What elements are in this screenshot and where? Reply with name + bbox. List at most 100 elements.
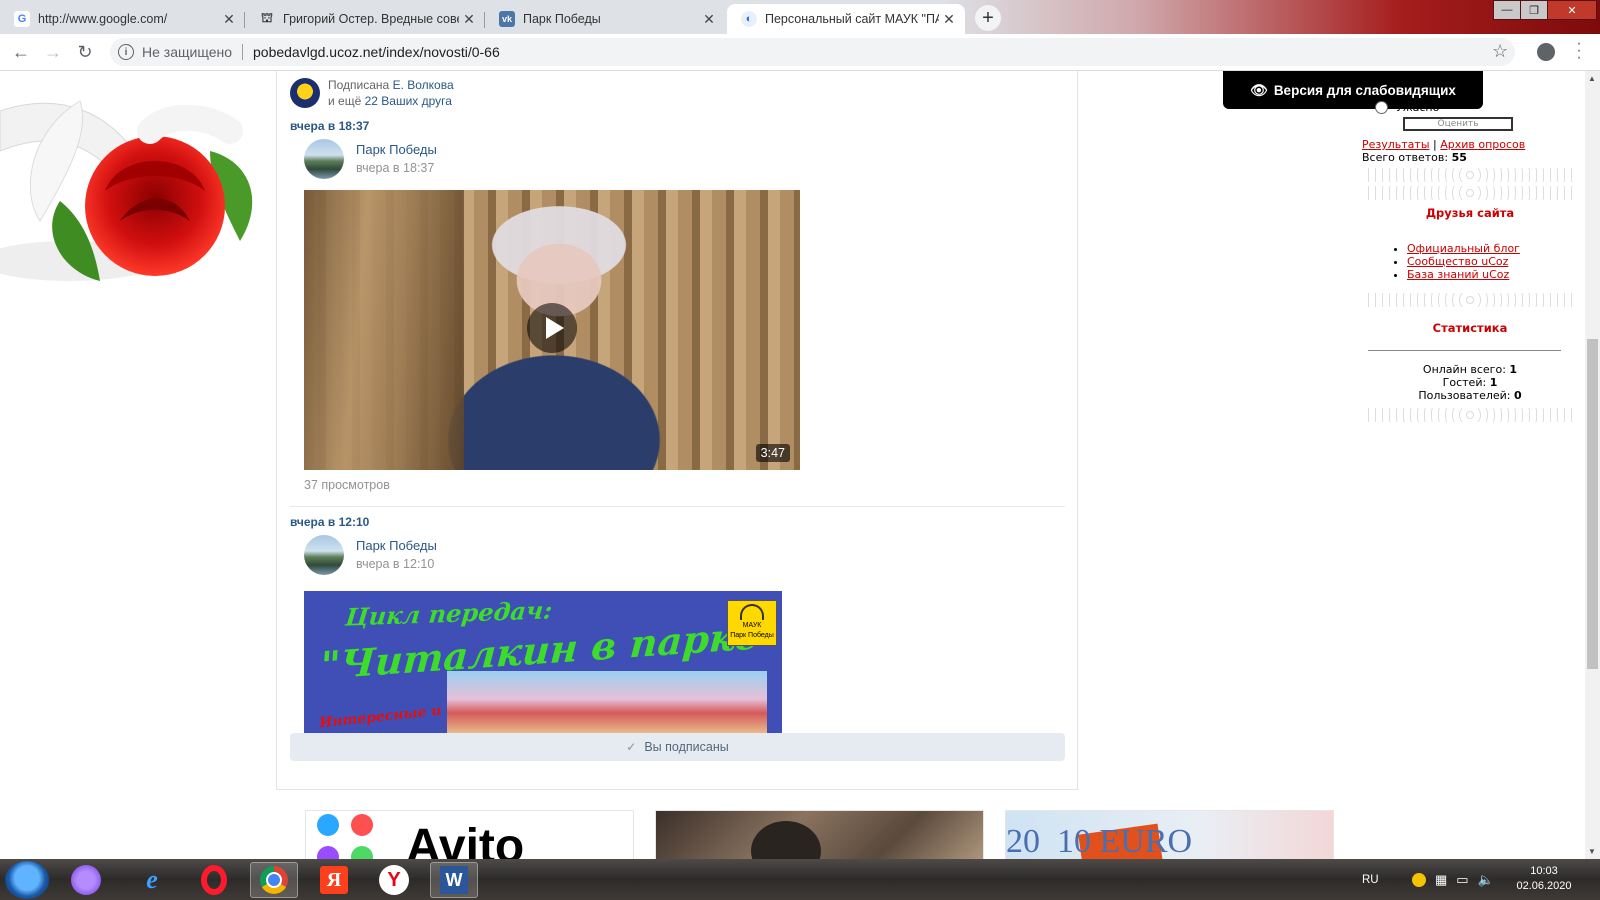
post-timestamp[interactable]: вчера в 18:37 [290, 119, 369, 133]
users-value: 0 [1514, 389, 1522, 402]
online-value: 1 [1509, 363, 1518, 376]
new-tab-button[interactable]: + [975, 5, 1001, 31]
low-vision-label: Версия для слабовидящих [1273, 82, 1456, 98]
language-indicator[interactable]: RU [1362, 859, 1379, 900]
list-item: Сообщество uCoz [1407, 255, 1575, 268]
ferris-wheel-icon [740, 604, 764, 620]
ad-banner-avito[interactable]: Avito [305, 810, 634, 859]
close-icon[interactable]: ✕ [459, 11, 479, 28]
ad-label: 20 10 EURO [1006, 823, 1193, 859]
post-time: вчера в 12:10 [356, 557, 435, 571]
total-answers-value: 55 [1451, 151, 1467, 164]
ie-icon[interactable]: e [128, 862, 176, 898]
community-logo[interactable] [290, 78, 320, 108]
scrollbar-thumb[interactable] [1587, 339, 1598, 669]
tab-oster[interactable]: ⛫ Григорий Остер. Вредные сове ✕ [245, 4, 485, 34]
close-window-button[interactable]: ✕ [1547, 0, 1597, 20]
forward-button[interactable]: → [42, 41, 64, 63]
restore-button[interactable]: ❐ [1520, 0, 1548, 20]
restore-icon: ❐ [1529, 4, 1539, 17]
security-label: Не защищено [142, 44, 232, 60]
radio-button[interactable] [1375, 101, 1388, 114]
arrow-right-icon: → [44, 41, 62, 62]
subscribed-button[interactable]: ✓ Вы подписаны [290, 733, 1065, 761]
vk-icon: vk [499, 11, 515, 27]
network-icon[interactable]: ▭ [1456, 872, 1468, 888]
friend-name-link[interactable]: Е. Волкова [393, 78, 454, 92]
ornament-divider [1365, 168, 1575, 182]
post-image-poster[interactable]: Цикл передач: "Читалкин в парке" МАУК Па… [304, 591, 782, 737]
back-button[interactable]: ← [10, 41, 32, 63]
badge-line1: МАУК [742, 622, 762, 629]
author-name[interactable]: Парк Победы [356, 536, 437, 555]
menu-kebab-icon[interactable]: · · · [1576, 36, 1582, 66]
post-timestamp[interactable]: вчера в 12:10 [290, 515, 369, 529]
vertical-scrollbar[interactable]: ▲ ▼ [1585, 71, 1600, 859]
ad-banner-photo[interactable] [655, 810, 984, 859]
avatar[interactable] [304, 139, 344, 179]
rate-button[interactable]: Оценить [1403, 117, 1513, 131]
minimize-button[interactable]: — [1493, 0, 1521, 20]
avatar[interactable] [304, 535, 344, 575]
rose-decoration-image [0, 71, 270, 286]
vk-community-widget: Подписана Е. Волкова и ещё 22 Ваших друг… [276, 71, 1078, 790]
subscribed-label: Вы подписаны [644, 740, 729, 754]
tab-google[interactable]: G http://www.google.com/ ✕ [0, 4, 245, 34]
bookmark-star-icon[interactable]: ☆ [1492, 41, 1508, 62]
start-button[interactable] [5, 861, 49, 899]
results-link[interactable]: Результаты [1362, 138, 1430, 151]
online-label: Онлайн всего: [1422, 363, 1506, 376]
post-header: Парк Победы вчера в 18:37 [304, 139, 437, 179]
check-icon: ✓ [626, 740, 637, 754]
tab-title: Персональный сайт МАУК "ПАР [765, 12, 939, 26]
friend-site-link[interactable]: Официальный блог [1407, 242, 1520, 255]
users-label: Пользователей: [1418, 389, 1511, 402]
alice-icon[interactable] [62, 862, 110, 898]
opera-icon[interactable] [190, 862, 238, 898]
friends-list: Официальный блог Сообщество uCoz База зн… [1365, 242, 1575, 281]
info-icon[interactable]: i [118, 44, 134, 60]
close-icon[interactable]: ✕ [219, 11, 239, 28]
word-icon[interactable]: W [430, 862, 478, 898]
system-clock[interactable]: 10:03 02.06.2020 [1504, 864, 1584, 894]
stats-block-title: Статистика [1432, 321, 1508, 335]
close-icon[interactable]: ✕ [939, 11, 959, 28]
author-name[interactable]: Парк Победы [356, 140, 437, 159]
ornament-divider [1365, 186, 1575, 200]
ornament-divider [1365, 408, 1575, 422]
list-item: База знаний uCoz [1407, 268, 1575, 281]
profile-avatar-icon[interactable] [1537, 43, 1555, 61]
yandex-icon[interactable]: Я [310, 862, 358, 898]
friend-site-link[interactable]: База знаний uCoz [1407, 268, 1509, 281]
scroll-down-icon[interactable]: ▼ [1588, 847, 1596, 856]
archive-link[interactable]: Архив опросов [1440, 138, 1525, 151]
close-icon[interactable]: ✕ [699, 11, 719, 28]
video-player[interactable]: 3:47 [304, 190, 800, 470]
scroll-up-icon[interactable]: ▲ [1588, 74, 1596, 83]
volume-icon[interactable]: 🔈 [1478, 872, 1494, 888]
poll-option[interactable]: Ужасно [1375, 101, 1575, 114]
right-sidebar: Ужасно Оценить Результаты | Архив опросо… [1362, 101, 1575, 426]
web-page: Подписана Е. Волкова и ещё 22 Ваших друг… [0, 71, 1585, 859]
list-item: Официальный блог [1407, 242, 1575, 255]
system-tray: ▦ ▭ 🔈 [1412, 859, 1494, 900]
tab-personal-site[interactable]: ◐ Персональный сайт МАУК "ПАР ✕ [727, 4, 965, 34]
reload-button[interactable]: ↻ [74, 41, 96, 63]
guests-label: Гостей: [1442, 376, 1487, 389]
friends-link[interactable]: 22 Ваших друга [365, 94, 452, 108]
tray-device-icon[interactable]: ▦ [1435, 872, 1447, 888]
yandex-browser-icon[interactable]: Y [370, 862, 418, 898]
tab-vk-park[interactable]: vk Парк Победы ✕ [485, 4, 725, 34]
chrome-icon[interactable] [250, 862, 298, 898]
friend-site-link[interactable]: Сообщество uCoz [1407, 255, 1508, 268]
tray-app-icon[interactable] [1412, 872, 1426, 887]
ad-banner-euro[interactable]: 20 10 EURO [1005, 810, 1334, 859]
and-more-label: и ещё [328, 94, 362, 108]
stats-block: Онлайн всего: 1 Гостей: 1 Пользователей:… [1365, 363, 1575, 402]
site-icon: ◐ [741, 11, 757, 27]
post-header: Парк Победы вчера в 12:10 [304, 535, 437, 575]
google-g-icon: G [14, 11, 30, 27]
subscribed-by-label: Подписана [328, 78, 390, 92]
play-button[interactable] [527, 303, 577, 353]
address-bar[interactable]: i Не защищено pobedavlgd.ucoz.net/index/… [110, 38, 1515, 66]
